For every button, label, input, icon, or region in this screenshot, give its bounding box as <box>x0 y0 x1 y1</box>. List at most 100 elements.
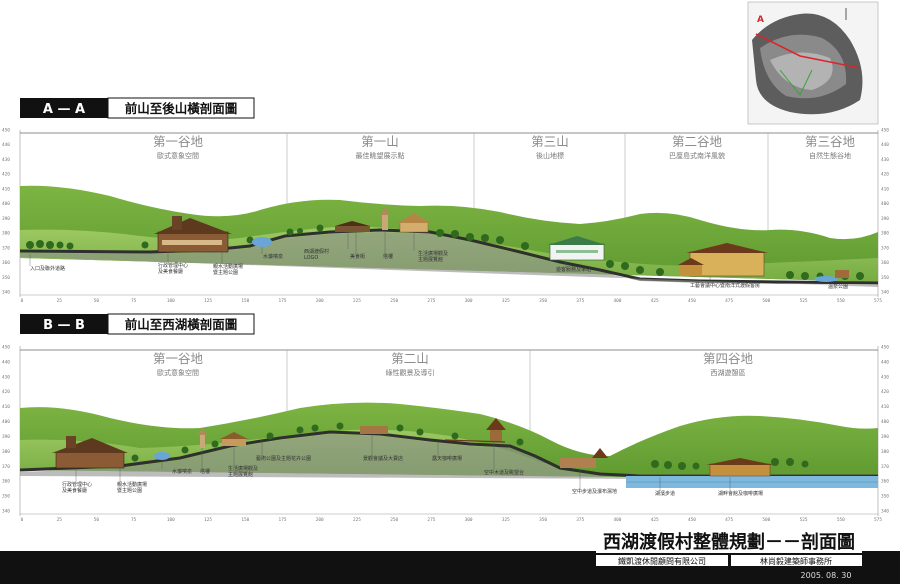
y-tick-label: 400 <box>2 201 10 207</box>
y-tick-label: 370 <box>2 464 10 470</box>
x-tick-label: 450 <box>688 298 696 304</box>
section-bb-left-axis-ticks: 450 440 430 420 410 400 390 380 370 360 350 340 <box>2 345 10 515</box>
x-tick-label: 200 <box>316 517 324 523</box>
x-tick-label: 425 <box>651 298 659 304</box>
x-tick-label: 350 <box>539 298 547 304</box>
y-tick-label: 410 <box>881 404 889 410</box>
callout-label: 空中步道及瀑布濕地 <box>572 488 617 495</box>
callout-label: LOGO <box>304 255 318 261</box>
y-tick-label: 430 <box>2 374 10 380</box>
x-tick-label: 25 <box>57 298 63 304</box>
sheet-title: 西湖渡假村整體規劃－－剖面圖 <box>603 531 855 553</box>
x-tick-label: 500 <box>762 298 770 304</box>
section-aa-zone-1-sub: 歐式意象空間 <box>157 151 199 160</box>
section-drawing-sheet: A A — A 前山至後山橫剖面圖 450 440 430 420 410 400 390 3… <box>0 1 900 584</box>
y-tick-label: 390 <box>2 434 10 440</box>
x-tick-label: 525 <box>800 298 808 304</box>
callout-label: 景觀會議及大賣店 <box>363 455 403 462</box>
section-bb-zone-1-sub: 歐式意象空間 <box>157 368 199 377</box>
y-tick-label: 410 <box>881 186 889 192</box>
section-aa-zone-4-sub: 巴厘島式南洋風貌 <box>669 151 725 160</box>
x-tick-label: 225 <box>353 517 361 523</box>
y-tick-label: 370 <box>2 245 10 251</box>
callout-label: 露天咖啡廣場 <box>432 455 462 462</box>
section-aa-zone-5-sub: 自然生態谷地 <box>809 151 851 160</box>
x-tick-label: 50 <box>94 298 100 304</box>
x-tick-label: 150 <box>241 298 249 304</box>
company-right: 林尚毅建築師事務所 <box>760 556 832 566</box>
x-tick-label: 200 <box>316 298 324 304</box>
sheet-date: 2005. 08. 30 <box>801 571 852 580</box>
y-tick-label: 440 <box>881 359 889 365</box>
x-tick-label: 500 <box>762 517 770 523</box>
callout-label: 湖濱步道 <box>655 490 675 497</box>
section-bb-zone-3-sub: 西湖遊憩區 <box>711 368 746 377</box>
callout-label: 親水活動廣場 <box>117 481 147 488</box>
callout-label: 生活廣場觀及 <box>418 250 448 257</box>
callout-label: 及美食餐廳 <box>158 268 183 275</box>
section-aa-zone-1-name: 第一谷地 <box>153 134 204 149</box>
section-bb: B — B 前山至西湖橫剖面圖 450 440 430 420 410 400 390 380… <box>2 313 889 523</box>
y-tick-label: 360 <box>2 260 10 266</box>
y-tick-label: 400 <box>881 201 889 207</box>
y-tick-label: 390 <box>2 216 10 222</box>
x-tick-label: 75 <box>131 298 137 304</box>
y-tick-label: 370 <box>881 245 889 251</box>
y-tick-label: 450 <box>881 128 889 134</box>
callout-label: 暨主題公園 <box>117 487 142 494</box>
callout-label: 水濂噴泉 <box>172 468 192 475</box>
x-tick-label: 475 <box>725 517 733 523</box>
y-tick-label: 410 <box>2 404 10 410</box>
x-tick-label: 450 <box>688 517 696 523</box>
y-tick-label: 440 <box>2 359 10 365</box>
callout-label: 及美食餐廳 <box>62 487 87 494</box>
callout-label: 入口及聯外道路 <box>30 265 65 272</box>
y-tick-label: 380 <box>881 231 889 237</box>
y-tick-label: 370 <box>881 464 889 470</box>
y-tick-label: 360 <box>2 479 10 485</box>
y-tick-label: 340 <box>881 290 889 296</box>
y-tick-label: 400 <box>881 419 889 425</box>
x-tick-label: 25 <box>57 517 63 523</box>
callout-label: 行政管理中心 <box>158 262 188 269</box>
y-tick-label: 360 <box>881 479 889 485</box>
x-tick-label: 0 <box>21 517 24 523</box>
x-tick-label: 175 <box>279 298 287 304</box>
section-aa: A — A 前山至後山橫剖面圖 450 440 430 420 410 400 390 380… <box>2 97 889 304</box>
x-tick-label: 175 <box>279 517 287 523</box>
callout-label: 工藝會議中心暨南洋式渡假客房 <box>690 282 760 289</box>
x-tick-label: 300 <box>465 517 473 523</box>
section-aa-zone-2-name: 第一山 <box>361 134 399 149</box>
x-tick-label: 250 <box>390 517 398 523</box>
section-aa-zone-5-name: 第三谷地 <box>805 134 856 149</box>
y-tick-label: 360 <box>881 260 889 266</box>
section-bb-zone-3-name: 第四谷地 <box>703 351 754 366</box>
callout-label: 湖畔會館及咖啡廣場 <box>718 490 763 497</box>
section-bb-zone-1-name: 第一谷地 <box>153 351 204 366</box>
y-tick-label: 430 <box>2 157 10 163</box>
x-tick-label: 0 <box>21 298 24 304</box>
callout-label: 塔樓 <box>383 253 393 260</box>
x-tick-label: 550 <box>837 298 845 304</box>
section-bb-building-conference <box>360 426 388 434</box>
y-tick-label: 380 <box>2 231 10 237</box>
y-tick-label: 430 <box>881 374 889 380</box>
section-aa-right-axis-ticks: 450 440 430 420 410 400 390 380 370 360 350 340 <box>881 128 889 296</box>
y-tick-label: 440 <box>881 142 889 148</box>
callout-label: 溫泉公園 <box>828 283 848 290</box>
section-aa-letter: A — A <box>43 102 85 117</box>
x-tick-label: 300 <box>465 298 473 304</box>
x-tick-label: 150 <box>241 517 249 523</box>
company-left: 鐵凱渡休閒顧問有限公司 <box>618 556 706 566</box>
y-tick-label: 450 <box>881 345 889 351</box>
callout-label: 主題展覽館 <box>418 256 443 263</box>
x-tick-label: 575 <box>874 298 882 304</box>
section-aa-bottom-axis-ticks: 0 25 50 75 100 125 150 175 200 225 250 275 300 325 350… <box>21 298 883 304</box>
key-map-inset: A <box>747 1 879 125</box>
section-aa-zone-3-name: 第三山 <box>531 134 569 149</box>
x-tick-label: 75 <box>131 517 137 523</box>
y-tick-label: 340 <box>881 509 889 515</box>
x-tick-label: 325 <box>502 517 510 523</box>
callout-label: 遊客服務及車站 <box>556 266 591 273</box>
section-aa-fountain <box>252 237 272 247</box>
